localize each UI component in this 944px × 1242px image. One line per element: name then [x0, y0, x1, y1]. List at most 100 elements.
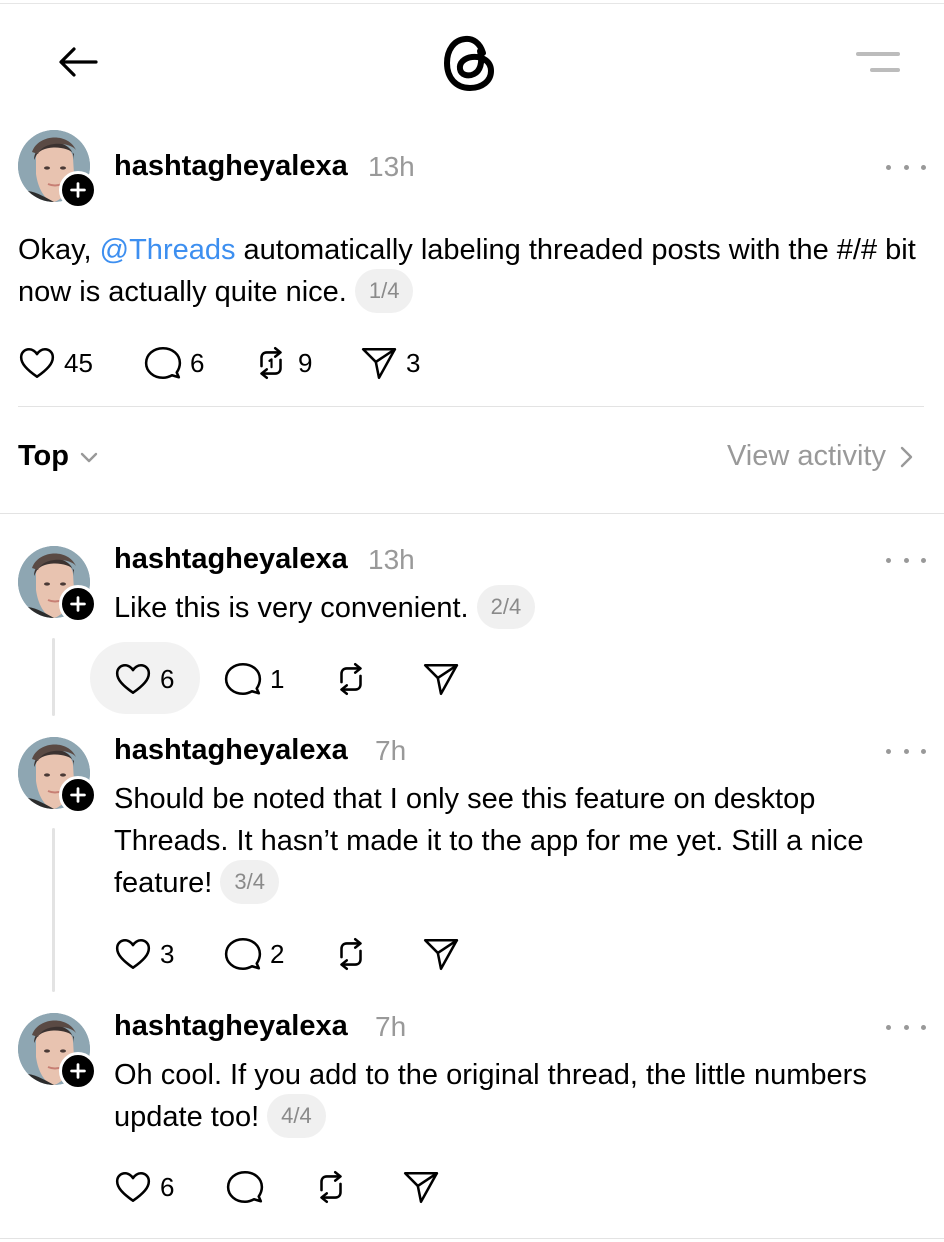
threads-logo-icon: [443, 35, 495, 92]
plus-icon: [67, 593, 89, 615]
like-button[interactable]: 6: [114, 660, 174, 698]
more-icon: [886, 164, 891, 170]
share-icon: [422, 935, 460, 973]
plus-icon: [67, 784, 89, 806]
username[interactable]: hashtagheyalexa: [114, 734, 348, 767]
more-options-button[interactable]: [886, 739, 926, 763]
section-divider: [0, 513, 944, 514]
like-count: 6: [160, 1171, 175, 1202]
post-divider: [18, 406, 924, 407]
repost-icon: [312, 1168, 350, 1206]
repost-count: 9: [298, 347, 313, 378]
reply-button[interactable]: 6: [144, 344, 204, 382]
plus-icon: [67, 179, 89, 201]
repost-icon: [252, 344, 290, 382]
menu-icon-bar: [870, 68, 900, 72]
share-button[interactable]: [402, 1168, 440, 1206]
follow-button[interactable]: [59, 585, 97, 623]
repost-button[interactable]: [332, 660, 370, 698]
heart-icon: [114, 660, 152, 698]
more-icon-dot: [903, 748, 909, 754]
repost-button[interactable]: [312, 1168, 350, 1206]
reply-button[interactable]: 1: [224, 660, 284, 698]
post-time: 13h: [368, 151, 415, 182]
repost-icon: [332, 660, 370, 698]
comment-icon: [144, 344, 182, 382]
sort-label: Top: [18, 440, 69, 472]
comment-icon: [226, 1168, 264, 1206]
share-button[interactable]: [422, 935, 460, 973]
reply-count: 2: [270, 938, 285, 969]
mention-link[interactable]: @Threads: [100, 234, 236, 266]
share-button[interactable]: 3: [360, 344, 420, 382]
view-activity-link[interactable]: View activity: [727, 440, 918, 473]
thread-page-badge: 1/4: [354, 269, 414, 314]
share-button[interactable]: [422, 660, 460, 698]
post-text-body: Like this is very convenient.: [114, 592, 469, 624]
more-icon: [886, 557, 891, 563]
thread-page-badge: 4/4: [267, 1094, 326, 1139]
more-icon-dot: [921, 748, 926, 754]
like-button[interactable]: 3: [114, 935, 174, 973]
more-icon-dot: [903, 164, 909, 170]
like-count: 3: [160, 938, 175, 969]
threads-logo[interactable]: [440, 30, 500, 96]
post-time: 7h: [375, 1011, 407, 1042]
header: [0, 0, 944, 120]
more-icon-dot: [921, 1024, 926, 1030]
follow-button[interactable]: [59, 1052, 97, 1090]
post-text-part: Okay,: [18, 234, 100, 266]
post-text: Like this is very convenient. 2/4: [114, 585, 924, 631]
menu-icon: [856, 52, 900, 56]
post-text: Should be noted that I only see this fea…: [114, 778, 924, 906]
more-icon: [886, 1024, 891, 1030]
chevron-down-icon: [80, 452, 98, 462]
repost-button[interactable]: [332, 935, 370, 973]
share-icon: [360, 344, 398, 382]
thread-connector-line: [52, 638, 55, 716]
chevron-right-icon: [900, 446, 913, 467]
heart-icon: [18, 344, 56, 382]
more-icon-dot: [903, 1024, 909, 1030]
like-button[interactable]: 6: [114, 1168, 174, 1206]
more-icon: [886, 748, 891, 754]
username[interactable]: hashtagheyalexa: [114, 543, 348, 576]
thread-page-badge: 3/4: [220, 860, 279, 905]
heart-icon: [114, 935, 152, 973]
reply-count: 6: [190, 347, 205, 378]
post-time: 13h: [368, 544, 415, 575]
menu-button[interactable]: [850, 46, 906, 80]
more-icon-dot: [903, 557, 909, 563]
comment-icon: [224, 660, 262, 698]
like-count: 6: [160, 663, 175, 694]
post-text: Oh cool. If you add to the original thre…: [114, 1054, 929, 1140]
reply-button[interactable]: 2: [224, 935, 284, 973]
like-button[interactable]: 45: [18, 344, 93, 382]
bottom-divider: [0, 1238, 944, 1239]
repost-button[interactable]: 9: [252, 344, 312, 382]
heart-icon: [114, 1168, 152, 1206]
share-icon: [402, 1168, 440, 1206]
post-time: 7h: [375, 735, 407, 766]
arrow-left-icon: [59, 47, 98, 77]
more-icon-dot: [921, 164, 926, 170]
more-options-button[interactable]: [886, 548, 926, 572]
username[interactable]: hashtagheyalexa: [114, 1010, 348, 1043]
follow-button[interactable]: [59, 776, 97, 814]
reply-button[interactable]: [226, 1168, 272, 1206]
thread-page-badge: 2/4: [476, 585, 536, 630]
comment-icon: [224, 935, 262, 973]
like-count: 45: [64, 347, 93, 378]
share-count: 3: [406, 347, 421, 378]
follow-button[interactable]: [59, 171, 97, 209]
username[interactable]: hashtagheyalexa: [114, 150, 348, 183]
back-button[interactable]: [54, 40, 102, 84]
post-text-body: Oh cool. If you add to the original thre…: [114, 1059, 867, 1133]
sort-dropdown[interactable]: Top: [18, 440, 101, 473]
more-options-button[interactable]: [886, 1015, 926, 1039]
repost-icon: [332, 935, 370, 973]
plus-icon: [67, 1060, 89, 1082]
thread-connector-line: [52, 828, 55, 992]
post-text: Okay, @Threads automatically labeling th…: [18, 229, 918, 315]
more-options-button[interactable]: [886, 155, 926, 179]
